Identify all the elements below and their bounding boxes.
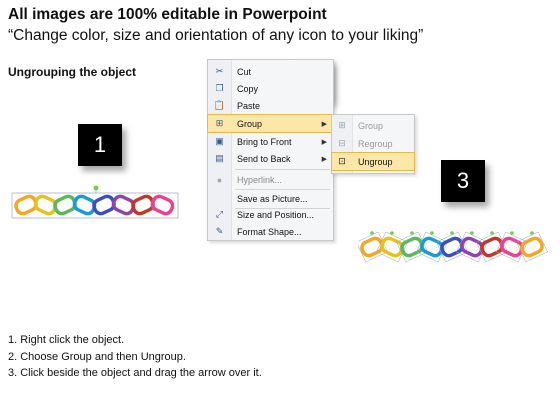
menu-item-group[interactable]: ⊞ Group ▶ [207,114,334,133]
size-position-icon: ⤢ [215,209,224,219]
step-badge-3: 3 [441,160,485,202]
rotate-handle[interactable] [430,231,434,235]
page-subtitle: “Change color, size and orientation of a… [8,27,424,44]
ungrouped-chain-links [358,231,548,263]
menu-item-copy[interactable]: ❐ Copy [208,80,333,97]
instruction-step-1: 1. Right click the object. [8,334,125,346]
menu-item-save-as-picture[interactable]: Save as Picture... [208,190,333,207]
group-icon: ⊞ [215,118,224,128]
rotate-handle[interactable] [450,231,454,235]
submenu-item-regroup: ⊟ Regroup [332,135,414,152]
submenu-arrow-icon: ▶ [321,155,327,163]
copy-icon: ❐ [215,83,224,93]
regroup-icon: ⊟ [338,138,346,148]
rotate-handle[interactable] [93,185,99,191]
rotate-handle[interactable] [370,231,374,235]
submenu-arrow-icon: ▶ [321,138,327,146]
rotate-handle[interactable] [490,231,494,235]
bring-to-front-icon: ▣ [215,136,224,146]
rotate-handle[interactable] [410,231,414,235]
page-title: All images are 100% editable in Powerpoi… [8,6,327,23]
menu-item-hyperlink: ● Hyperlink... [208,171,333,188]
format-shape-icon: ✎ [215,226,224,236]
chain-links [14,194,175,216]
rotate-handle[interactable] [530,231,534,235]
send-to-back-icon: ▤ [215,153,224,163]
group-submenu: ⊞ Group ⊟ Regroup ⊡ Ungroup [331,114,415,174]
rotate-handle[interactable] [510,231,514,235]
hyperlink-icon: ● [216,174,223,185]
submenu-item-ungroup[interactable]: ⊡ Ungroup [331,152,415,171]
scissors-icon: ✂ [215,66,224,76]
instructions-list: 1. Right click the object. 2. Choose Gro… [8,332,262,382]
instruction-step-2: 2. Choose Group and then Ungroup. [8,350,186,363]
paste-icon: 📋 [213,100,226,110]
context-menu: ✂ Cut ❐ Copy 📋 Paste ⊞ Group ▶ ▣ Bring t… [207,59,334,241]
menu-separator [235,169,330,170]
rotate-handle[interactable] [390,231,394,235]
menu-item-format-shape[interactable]: ✎ Format Shape... [208,223,333,240]
group-icon: ⊞ [338,120,346,130]
menu-item-cut[interactable]: ✂ Cut [208,63,333,80]
menu-item-paste[interactable]: 📋 Paste [208,97,333,114]
section-title: Ungrouping the object [8,65,136,79]
menu-item-send-to-back[interactable]: ▤ Send to Back ▶ [208,150,333,167]
ungrouped-chain-object[interactable] [358,226,548,271]
ungroup-icon: ⊡ [338,156,346,166]
step-badge-1: 1 [78,124,122,166]
rotate-handle[interactable] [470,231,474,235]
chain-link-piece [520,236,544,258]
chain-link [150,194,175,216]
submenu-arrow-icon: ▶ [321,120,327,128]
instruction-step-3: 3. Click beside the object and drag the … [8,367,262,379]
grouped-chain-object[interactable] [8,184,183,224]
submenu-item-group: ⊞ Group [332,117,414,134]
menu-item-size-and-position[interactable]: ⤢ Size and Position... [208,206,333,223]
menu-item-bring-to-front[interactable]: ▣ Bring to Front ▶ [208,133,333,150]
